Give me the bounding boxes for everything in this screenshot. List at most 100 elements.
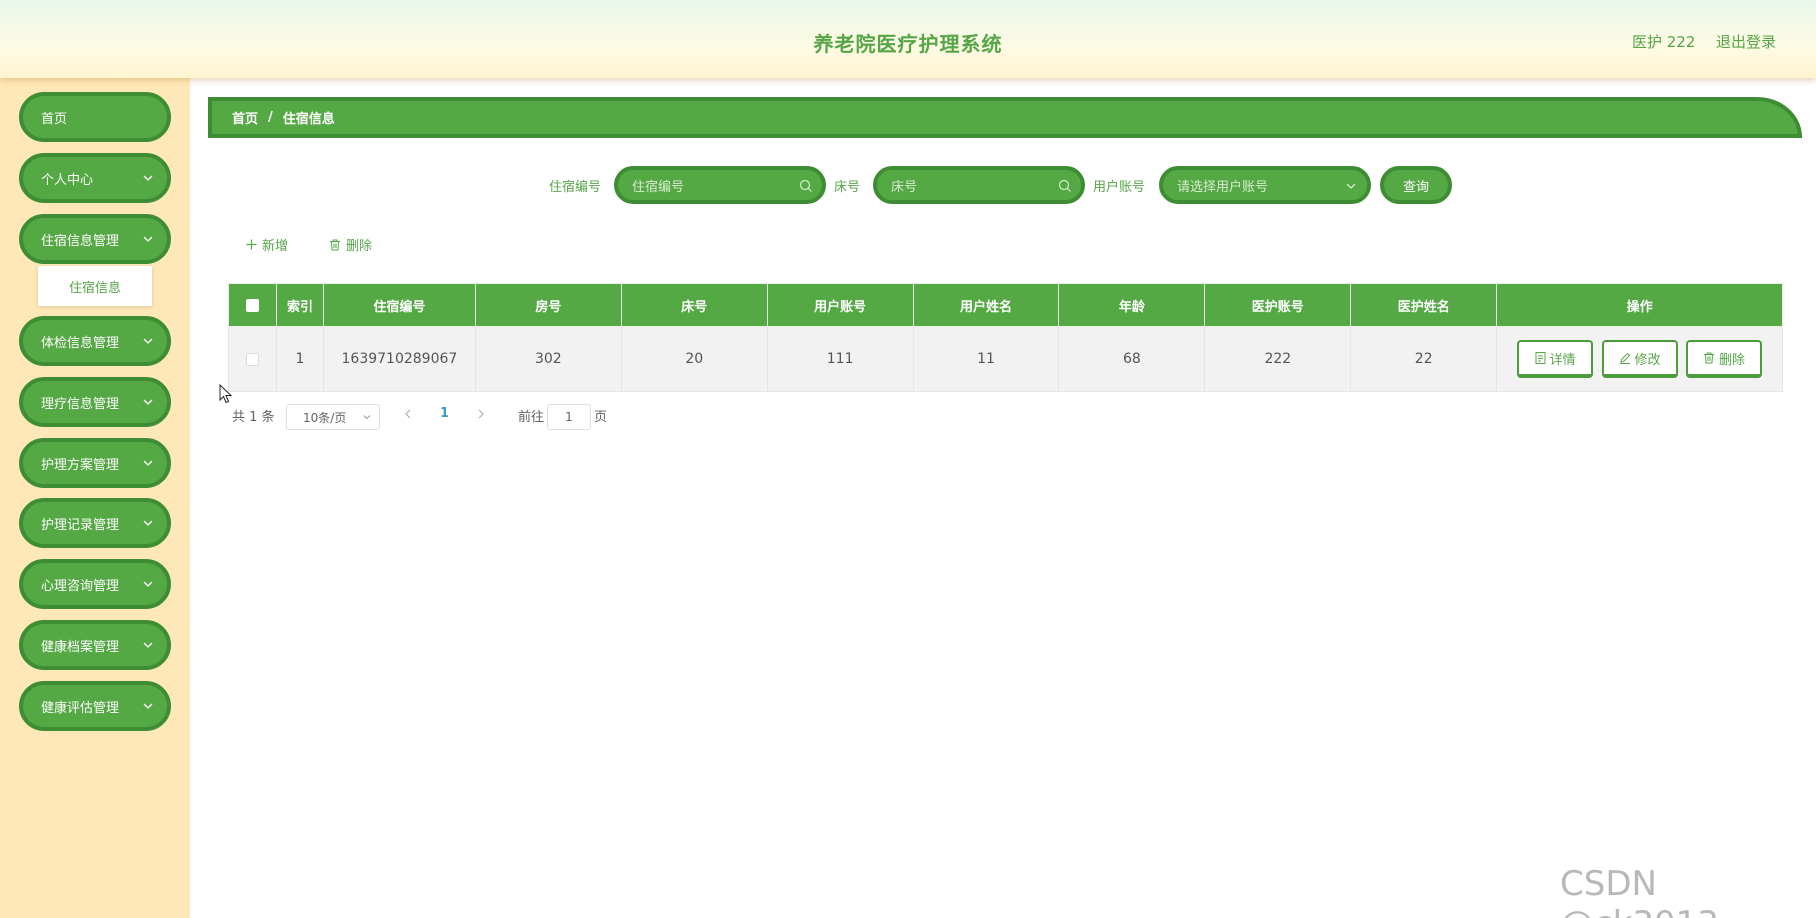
sidebar-item-care-records[interactable]: 护理记录管理: [19, 498, 171, 548]
delete-button[interactable]: 删除: [1686, 340, 1763, 378]
goto-page-value: 1: [565, 410, 573, 424]
sidebar-item-label: 护理方案管理: [41, 457, 120, 473]
detail-button-label: 详情: [1549, 352, 1576, 368]
user-account-label: 用户账号: [1093, 180, 1146, 195]
select-all-checkbox[interactable]: [245, 298, 259, 312]
app-title: 养老院医疗护理系统: [813, 32, 1003, 56]
sidebar-item-label: 理疗信息管理: [41, 396, 120, 412]
cell-room: 302: [474, 326, 622, 392]
page-size-value: 10条/页: [303, 410, 347, 425]
row-select-cell: [228, 326, 277, 392]
current-user: 医护 222: [1632, 33, 1696, 51]
bed-no-label: 床号: [834, 180, 861, 195]
sidebar-item-label: 健康评估管理: [41, 700, 120, 716]
column-header: 房号: [474, 283, 622, 327]
breadcrumb-home[interactable]: 首页: [232, 108, 258, 127]
cell-index: 1: [275, 326, 324, 392]
page-unit-label: 页: [594, 410, 608, 425]
column-header: 年龄: [1058, 283, 1206, 327]
chevron-down-icon: [143, 581, 153, 587]
select-all-cell: [228, 283, 277, 327]
chevron-down-icon: [143, 236, 153, 242]
table-header-row: 索引 住宿编号 房号 床号 用户账号 用户姓名 年龄 医护账号 医护姓名 操作: [228, 283, 1783, 327]
chevron-down-icon: [143, 703, 153, 709]
sidebar-item-personal-center[interactable]: 个人中心: [19, 153, 171, 203]
add-button[interactable]: 新增: [246, 235, 288, 254]
search-icon: [1058, 179, 1071, 192]
page-number-current[interactable]: 1: [440, 406, 449, 421]
breadcrumb-current: 住宿信息: [282, 112, 335, 127]
cell-bed: 20: [620, 326, 768, 392]
sidebar-item-label: 健康档案管理: [41, 639, 120, 655]
edit-icon: [1619, 352, 1630, 364]
column-header: 医护姓名: [1350, 283, 1498, 327]
chevron-down-icon: [143, 460, 153, 466]
chevron-down-icon: [143, 175, 153, 181]
column-header: 用户姓名: [912, 283, 1060, 327]
batch-delete-button[interactable]: 删除: [329, 235, 372, 254]
breadcrumb-separator: /: [268, 110, 273, 125]
sidebar-item-label: 体检信息管理: [41, 335, 120, 351]
plus-icon: [246, 239, 257, 250]
chevron-down-icon: [143, 399, 153, 405]
chevron-down-icon: [143, 338, 153, 344]
column-header: 住宿编号: [322, 283, 476, 327]
delete-button-label: 删除: [1719, 352, 1746, 368]
trash-icon: [1704, 352, 1714, 364]
chevron-down-icon: [143, 642, 153, 648]
column-header: 用户账号: [766, 283, 914, 327]
cell-actions: 详情 修改 删除: [1496, 326, 1783, 392]
column-header: 操作: [1496, 283, 1783, 327]
chevron-down-icon: [363, 415, 371, 420]
bed-no-input[interactable]: 床号: [873, 166, 1085, 204]
batch-delete-label: 删除: [346, 239, 373, 254]
submenu-item-accommodation-info[interactable]: 住宿信息: [38, 266, 152, 306]
sidebar-item-health-assessment[interactable]: 健康评估管理: [19, 681, 171, 731]
sidebar-item-accommodation[interactable]: 住宿信息管理: [19, 214, 171, 264]
column-header: 医护账号: [1204, 283, 1352, 327]
cell-age: 68: [1058, 326, 1206, 392]
breadcrumb: 首页 / 住宿信息: [208, 97, 1802, 138]
sidebar: 首页 个人中心 住宿信息管理 体检信息管理 理疗信息管理 护理方案管理 护理记录…: [0, 78, 190, 918]
sidebar-item-label: 个人中心: [41, 172, 94, 188]
table-row: 1 1639710289067 302 20 111 11 68 222 22 …: [228, 326, 1783, 392]
sidebar-item-label: 护理记录管理: [41, 517, 120, 533]
sidebar-item-physiotherapy[interactable]: 理疗信息管理: [19, 377, 171, 427]
row-checkbox[interactable]: [245, 352, 259, 366]
goto-page-input[interactable]: 1: [547, 404, 591, 430]
sidebar-item-label: 住宿信息管理: [41, 233, 120, 249]
watermark: CSDN @ck3013: [1560, 864, 1719, 918]
sidebar-item-checkup[interactable]: 体检信息管理: [19, 316, 171, 366]
logout-link[interactable]: 退出登录: [1716, 31, 1776, 52]
user-account-placeholder: 请选择用户账号: [1177, 179, 1269, 195]
sidebar-item-home[interactable]: 首页: [19, 92, 171, 142]
next-page-icon[interactable]: [476, 408, 486, 420]
sidebar-item-label: 心理咨询管理: [41, 578, 120, 594]
user-account-select[interactable]: 请选择用户账号: [1159, 166, 1371, 204]
trash-icon: [330, 239, 340, 250]
sidebar-item-counseling[interactable]: 心理咨询管理: [19, 559, 171, 609]
cell-user-account: 111: [766, 326, 914, 392]
edit-button[interactable]: 修改: [1601, 340, 1678, 378]
cell-user-name: 11: [912, 326, 1060, 392]
prev-page-icon[interactable]: [403, 408, 413, 420]
stay-no-input[interactable]: 住宿编号: [614, 166, 826, 204]
chevron-down-icon: [1346, 183, 1356, 189]
detail-button[interactable]: 详情: [1517, 340, 1594, 378]
edit-button-label: 修改: [1634, 352, 1661, 368]
top-header: 养老院医疗护理系统 医护 222 退出登录: [0, 0, 1816, 78]
mouse-cursor-icon: [219, 384, 233, 404]
stay-no-label: 住宿编号: [549, 180, 602, 195]
pagination-total: 共 1 条: [232, 410, 275, 425]
cell-staff-account: 222: [1204, 326, 1352, 392]
search-icon: [799, 179, 812, 192]
add-button-label: 新增: [262, 239, 289, 254]
sidebar-item-care-plan[interactable]: 护理方案管理: [19, 438, 171, 488]
page-size-select[interactable]: 10条/页: [286, 404, 380, 430]
cell-stay-no: 1639710289067: [322, 326, 476, 392]
column-header: 床号: [620, 283, 768, 327]
sidebar-item-label: 首页: [41, 111, 68, 127]
cell-staff-name: 22: [1350, 326, 1498, 392]
sidebar-item-health-records[interactable]: 健康档案管理: [19, 620, 171, 670]
query-button[interactable]: 查询: [1380, 166, 1452, 204]
